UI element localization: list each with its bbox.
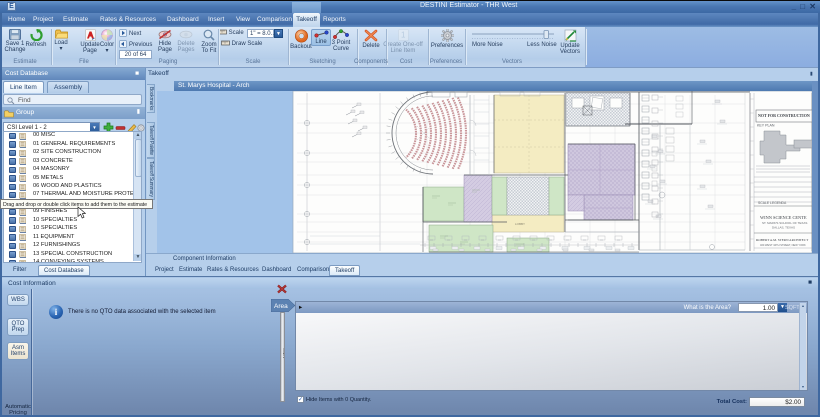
svg-text:NOT FOR CONSTRUCTION: NOT FOR CONSTRUCTION: [758, 113, 810, 118]
svg-text:WINN SCIENCE CENTE: WINN SCIENCE CENTE: [760, 215, 807, 220]
svg-text:ST. MARK'S SCHOOL OF TEXAS: ST. MARK'S SCHOOL OF TEXAS: [762, 221, 807, 225]
svg-text:KEY PLAN: KEY PLAN: [757, 124, 775, 128]
svg-text:ROBERT A.M. STERN ARCHITECT: ROBERT A.M. STERN ARCHITECT: [756, 238, 809, 242]
svg-text:LOBBY: LOBBY: [515, 222, 525, 226]
svg-text:SCALE LEGENDA: SCALE LEGENDA: [758, 201, 787, 205]
svg-text:460 WEST 34TH STREET, NEW YORK: 460 WEST 34TH STREET, NEW YORK: [760, 243, 806, 247]
svg-text:DALLAS, TEXAS: DALLAS, TEXAS: [772, 226, 795, 230]
svg-text:Area: Area: [274, 303, 288, 310]
svg-text:1: 1: [401, 30, 406, 39]
